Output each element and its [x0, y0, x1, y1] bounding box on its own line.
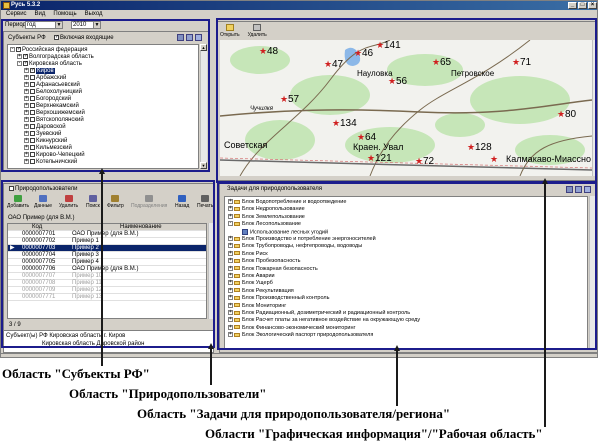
app-icon	[3, 2, 10, 9]
arrow-up-icon	[542, 178, 548, 184]
caption-map: Области "Графическая информация"/"Рабоча…	[205, 426, 543, 441]
arrow-up-icon	[99, 168, 105, 174]
window-controls: _ □ ×	[568, 2, 597, 9]
caption-users: Область "Природопользователи"	[69, 386, 267, 401]
pointer-line	[210, 348, 212, 385]
highlight-users	[1, 180, 215, 348]
caption-subjects: Область "Субъекты РФ"	[2, 366, 150, 381]
menu-view[interactable]: Вид	[35, 10, 46, 19]
arrow-up-icon	[394, 345, 400, 351]
highlight-subjects	[1, 19, 210, 172]
title-bar: Русь 5.3.2 _ □ ×	[1, 1, 597, 10]
menu-help[interactable]: Помощь	[53, 10, 76, 19]
caption-tasks: Область "Задачи для природопользователя/…	[137, 406, 451, 421]
pointer-line	[396, 350, 398, 406]
pointer-line	[544, 183, 546, 427]
arrow-up-icon	[208, 343, 214, 349]
status-bar	[1, 353, 597, 357]
menu-service[interactable]: Сервис	[6, 10, 27, 19]
menu-exit[interactable]: Выход	[85, 10, 103, 19]
minimize-button[interactable]: _	[568, 2, 577, 9]
pointer-line	[101, 172, 103, 366]
app-title: Русь 5.3.2	[11, 2, 41, 8]
highlight-tasks	[217, 182, 597, 350]
highlight-map	[216, 18, 597, 183]
close-button[interactable]: ×	[588, 2, 597, 9]
maximize-button[interactable]: □	[578, 2, 587, 9]
